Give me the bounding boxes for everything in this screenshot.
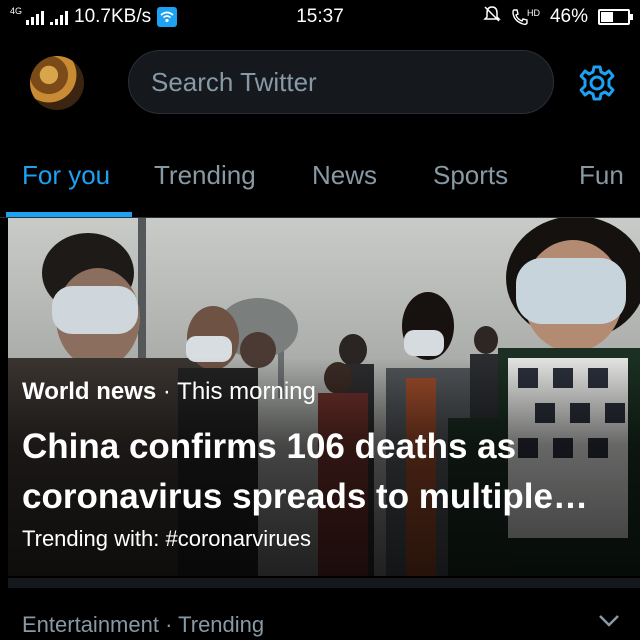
- hero-meta: World news · This morning: [22, 378, 316, 406]
- hero-separator: ·: [156, 378, 178, 405]
- tab-trending[interactable]: Trending: [154, 160, 256, 191]
- hero-category: World news: [22, 378, 157, 405]
- network-speed: 10.7KB/s: [74, 6, 152, 27]
- hero-headline[interactable]: China confirms 106 deaths as coronavirus…: [22, 422, 622, 522]
- trend-item-label: Trending: [178, 612, 265, 637]
- clock: 15:37: [296, 6, 344, 27]
- explore-tabs: For you Trending News Sports Fun: [0, 150, 640, 218]
- status-bar: 4G 10.7KB/s 15:37 HD 46%: [0, 0, 640, 34]
- active-tab-indicator: [6, 212, 132, 217]
- battery-icon: [598, 9, 633, 25]
- signal-icon: [26, 9, 45, 25]
- network-type: 4G: [10, 5, 23, 16]
- search-input[interactable]: [151, 66, 553, 98]
- signal-icon-2: [50, 9, 69, 25]
- trend-item-meta[interactable]: Entertainment · Trending: [22, 612, 264, 638]
- battery-percent: 46%: [549, 6, 588, 27]
- hd-label: HD: [526, 8, 540, 18]
- hero-time: This morning: [177, 378, 316, 405]
- status-left: 4G 10.7KB/s: [10, 5, 178, 28]
- top-header: [0, 34, 640, 134]
- tab-sports[interactable]: Sports: [433, 160, 508, 191]
- call-icon: HD: [511, 8, 540, 26]
- profile-avatar[interactable]: [30, 56, 84, 110]
- search-bar[interactable]: [128, 50, 554, 114]
- hero-story-card[interactable]: World news · This morning China confirms…: [8, 218, 640, 576]
- status-right: HD 46%: [483, 5, 633, 29]
- trend-item-separator: ·: [158, 612, 179, 637]
- section-divider: [8, 578, 640, 588]
- settings-gear-icon[interactable]: [578, 64, 616, 102]
- hero-trending-with[interactable]: Trending with: #coronarvirues: [22, 526, 311, 552]
- chevron-down-icon[interactable]: [598, 614, 620, 628]
- tab-for-you[interactable]: For you: [22, 160, 110, 191]
- wifi-icon: [157, 7, 178, 27]
- trend-item-category: Entertainment: [22, 612, 159, 637]
- mute-icon: [483, 5, 501, 29]
- tab-news[interactable]: News: [312, 160, 377, 191]
- tab-fun[interactable]: Fun: [579, 160, 624, 191]
